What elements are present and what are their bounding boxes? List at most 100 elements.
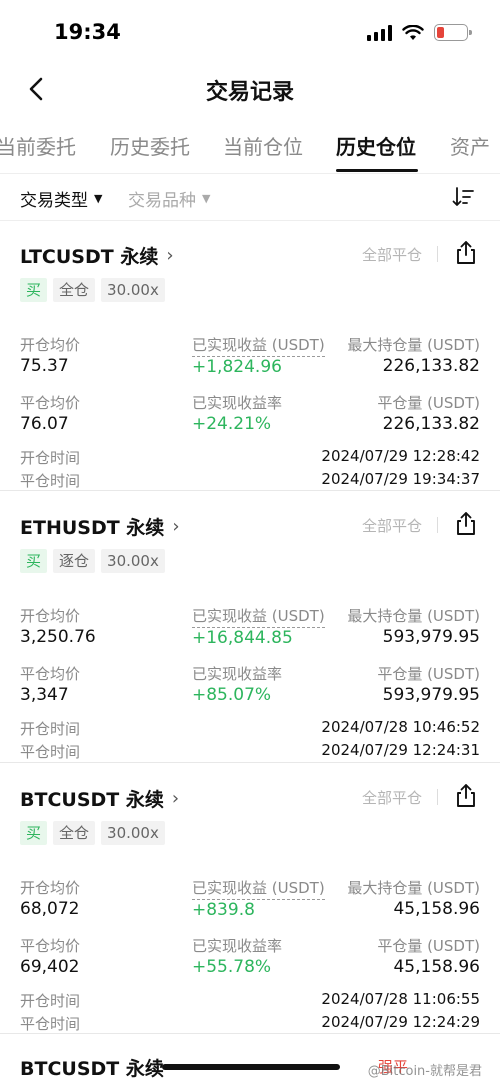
card-separator [0,1033,500,1034]
card-separator [0,490,500,491]
realized-rate-label: 已实现收益率 [192,937,283,955]
chevron-right-icon: › [172,516,180,537]
close-time-label: 平仓时间 [20,743,81,761]
position-card: ETHUSDT 永续 › 全部平仓 买 逐仓 30.00x 开仓均价 3,250… [0,511,500,785]
margin-mode-tag: 全仓 [53,821,96,845]
vertical-divider [437,246,438,262]
status-time: 19:34 [54,20,121,44]
trade-type-filter[interactable]: 交易类型 ▼ [20,186,102,211]
close-amount-label: 平仓量 (USDT) [377,394,480,412]
side-tag: 买 [20,278,48,302]
close-time-label: 平仓时间 [20,1015,81,1033]
chevron-right-icon: › [171,788,180,809]
margin-mode-tag: 逐仓 [53,549,96,573]
leverage-tag: 30.00x [101,821,165,845]
status-bar: 19:34 [0,0,500,64]
wifi-icon [402,24,424,40]
max-position-value: 45,158.96 [393,899,480,919]
card-tags: 买 全仓 30.00x [20,278,165,302]
tab-current-orders[interactable]: 当前委托 [0,131,76,160]
caret-down-icon: ▼ [94,192,103,205]
max-position-value: 226,133.82 [382,356,480,376]
margin-mode-tag: 全仓 [53,278,96,302]
home-indicator[interactable] [162,1064,340,1070]
card-symbol: BTCUSDT 永续 [20,1058,164,1080]
card-header[interactable]: ETHUSDT 永续 › [20,513,180,540]
close-avg-label: 平仓均价 [20,937,81,955]
card-symbol: LTCUSDT 永续 [20,246,159,268]
realized-pnl-value: +839.8 [192,900,255,920]
open-time-value: 2024/07/29 12:28:42 [321,447,480,465]
close-avg-value: 69,402 [20,957,80,977]
close-avg-value: 76.07 [20,414,69,434]
vertical-divider [437,517,438,533]
trade-symbol-filter[interactable]: 交易品种 ▼ [128,186,210,211]
realized-rate-label: 已实现收益率 [192,665,283,683]
caret-down-icon: ▼ [202,192,211,205]
close-avg-label: 平仓均价 [20,394,81,412]
position-card: LTCUSDT 永续 › 全部平仓 买 全仓 30.00x 开仓均价 75.37… [0,240,500,514]
card-header[interactable]: BTCUSDT 永续 › [20,785,179,812]
open-time-value: 2024/07/28 10:46:52 [321,718,480,736]
close-time-value: 2024/07/29 19:34:37 [321,470,480,488]
card-symbol: BTCUSDT 永续 [20,789,164,811]
leverage-tag: 30.00x [101,278,165,302]
realized-rate-value: +55.78% [192,957,272,977]
realized-pnl-value: +1,824.96 [192,357,282,377]
cellular-signal-icon [367,24,392,41]
open-avg-value: 3,250.76 [20,627,96,647]
vertical-divider [437,789,438,805]
share-icon[interactable] [454,511,478,537]
realized-pnl-label[interactable]: 已实现收益 (USDT) [192,877,325,900]
card-symbol: ETHUSDT 永续 [20,517,165,539]
open-time-label: 开仓时间 [20,449,81,467]
status-icons [367,24,472,41]
share-icon[interactable] [454,783,478,809]
close-amount-value: 593,979.95 [382,685,480,705]
open-avg-label: 开仓均价 [20,607,81,625]
open-time-value: 2024/07/28 11:06:55 [321,990,480,1008]
realized-pnl-label[interactable]: 已实现收益 (USDT) [192,334,325,357]
filter-bar: 交易类型 ▼ 交易品种 ▼ [0,178,500,220]
trade-symbol-label: 交易品种 [128,191,196,211]
tab-assets[interactable]: 资产 [450,131,490,160]
close-time-value: 2024/07/29 12:24:31 [321,741,480,759]
close-all-button[interactable]: 全部平仓 [362,787,422,808]
close-time-label: 平仓时间 [20,472,81,490]
battery-icon [434,24,472,41]
sort-icon[interactable] [452,186,474,208]
nav-header: 交易记录 [0,64,500,114]
active-tab-indicator [336,169,418,172]
card-tags: 买 全仓 30.00x [20,821,165,845]
tab-current-positions[interactable]: 当前仓位 [223,131,303,160]
leverage-tag: 30.00x [101,549,165,573]
open-avg-label: 开仓均价 [20,879,81,897]
open-avg-value: 75.37 [20,356,69,376]
realized-rate-value: +24.21% [192,414,272,434]
card-separator [0,762,500,763]
share-icon[interactable] [454,240,478,266]
close-avg-label: 平仓均价 [20,665,81,683]
card-header-partial[interactable]: BTCUSDT 永续 [20,1054,164,1081]
page-title: 交易记录 [205,80,294,105]
close-time-value: 2024/07/29 12:24:29 [321,1013,480,1031]
max-position-label: 最大持仓量 (USDT) [347,336,480,354]
close-amount-label: 平仓量 (USDT) [377,937,480,955]
max-position-value: 593,979.95 [382,627,480,647]
tab-bar: 当前委托 历史委托 当前仓位 历史仓位 资产 [0,125,500,173]
filters-divider [0,220,500,221]
tabs-divider [0,173,500,174]
open-avg-label: 开仓均价 [20,336,81,354]
close-all-button[interactable]: 全部平仓 [362,515,422,536]
tab-order-history[interactable]: 历史委托 [110,131,190,160]
close-avg-value: 3,347 [20,685,69,705]
realized-pnl-label[interactable]: 已实现收益 (USDT) [192,605,325,628]
close-all-button[interactable]: 全部平仓 [362,244,422,265]
side-tag: 买 [20,549,48,573]
max-position-label: 最大持仓量 (USDT) [347,607,480,625]
tab-position-history[interactable]: 历史仓位 [336,131,416,160]
card-header[interactable]: LTCUSDT 永续 › [20,242,174,269]
open-time-label: 开仓时间 [20,720,81,738]
close-amount-value: 226,133.82 [382,414,480,434]
realized-rate-value: +85.07% [192,685,272,705]
